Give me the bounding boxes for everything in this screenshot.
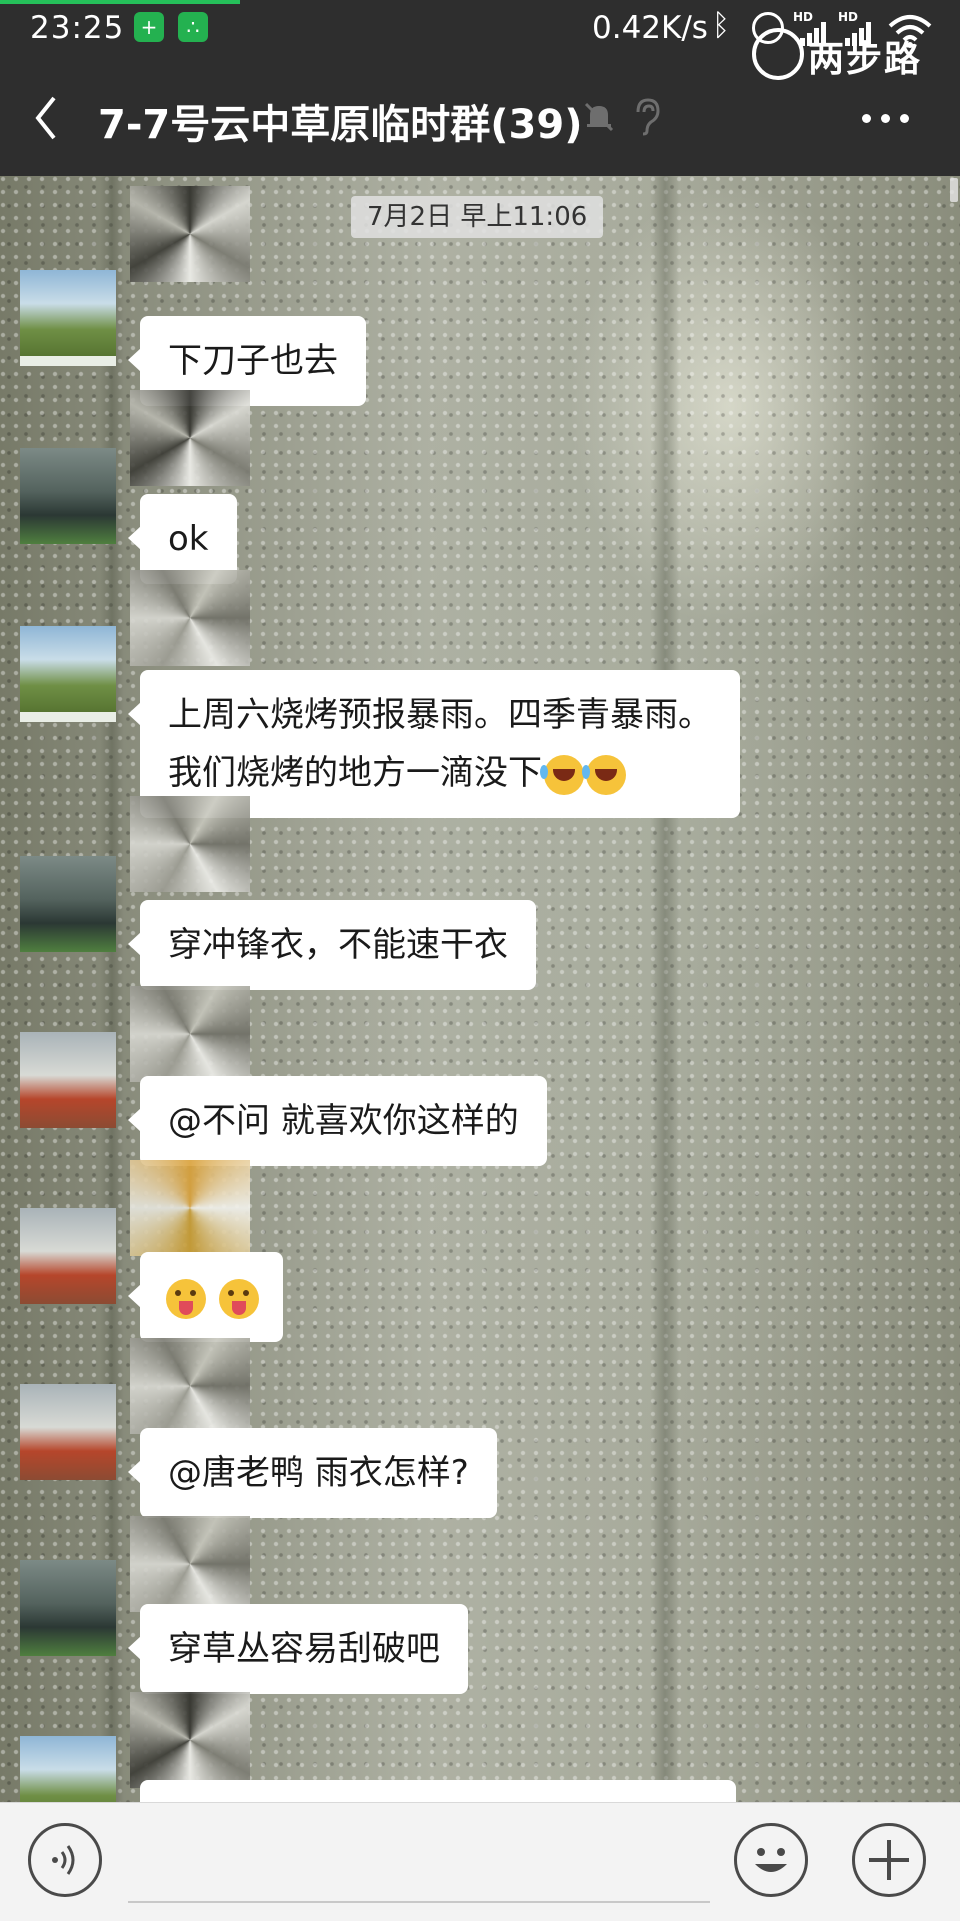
input-underline: [128, 1901, 710, 1903]
watermark-text: 两步路: [808, 39, 923, 80]
plus-icon: [869, 1840, 909, 1880]
message-line: 上周六烧烤预报暴雨。四季青暴雨。: [168, 695, 712, 735]
diver-avatar[interactable]: [20, 1560, 116, 1656]
message-bubble[interactable]: [128, 1252, 283, 1342]
message-bubble[interactable]: @唐老鸭 雨衣怎样?: [128, 1428, 497, 1518]
more-button[interactable]: [862, 114, 922, 128]
diver-avatar[interactable]: [20, 856, 116, 952]
bell-mute-icon: [584, 102, 614, 132]
message-bubble[interactable]: 穿冲锋衣，不能速干衣: [128, 900, 536, 990]
date-separator: 7月2日 早上11:06: [351, 196, 604, 238]
sender-name-blur: [130, 986, 250, 1082]
robot-avatar[interactable]: [20, 1384, 116, 1480]
message-bubble[interactable]: [140, 1780, 736, 1802]
sender-name-blur: [130, 796, 250, 892]
more-dots-icon: [881, 114, 890, 123]
earpiece-icon: [636, 98, 660, 136]
laughing-crying-emoji-icon: [582, 754, 626, 795]
sender-name-blur: [130, 1516, 250, 1612]
watermark: 两步路: [752, 28, 952, 80]
pin-logo-icon: [752, 28, 804, 80]
background-streak: [650, 176, 680, 1802]
message-bubble[interactable]: @不问 就喜欢你这样的: [128, 1076, 547, 1166]
scrollbar[interactable]: [950, 178, 958, 202]
shield-icon: +: [134, 12, 164, 42]
network-speed: 0.42K/s: [592, 10, 708, 46]
sender-name-blur: [130, 390, 250, 486]
background-streak: [100, 176, 124, 1802]
group-title: 7-7号云中草原临时群(39): [98, 102, 583, 148]
sender-name-blur: [130, 186, 250, 282]
message-bubble[interactable]: 穿草丛容易刮破吧: [128, 1604, 468, 1694]
mountain-avatar[interactable]: [20, 1736, 116, 1802]
sender-name-blur: [130, 1160, 250, 1256]
winking-tongue-emoji-icon: [166, 1278, 206, 1319]
laughing-crying-emoji-icon: [540, 754, 584, 795]
emoji-button[interactable]: [734, 1823, 808, 1897]
robot-avatar[interactable]: [20, 1032, 116, 1128]
voice-icon: [52, 1845, 75, 1875]
sender-name-blur: [130, 1338, 250, 1434]
plus-button[interactable]: [852, 1823, 926, 1897]
robot-avatar[interactable]: [20, 1208, 116, 1304]
diver-avatar[interactable]: [20, 448, 116, 544]
footprint-icon: ∴: [178, 12, 208, 42]
voice-button[interactable]: [28, 1823, 102, 1897]
message-line: 我们烧烤的地方一滴没下: [168, 753, 542, 793]
mountain-avatar[interactable]: [20, 626, 116, 722]
sender-name-blur: [130, 570, 250, 666]
message-input[interactable]: [128, 1825, 714, 1901]
bluetooth-icon: ᛒ: [712, 8, 730, 43]
more-dots-icon: [862, 114, 871, 123]
mountain-avatar[interactable]: [20, 270, 116, 366]
sender-name-blur: [130, 1692, 250, 1788]
page-load-progress: [0, 0, 240, 4]
chat-area[interactable]: 7月2日 早上11:06 下刀子也去 ok 上周六烧烤预报暴雨。四季青暴雨。 我…: [0, 176, 960, 1802]
winking-tongue-emoji-icon: [218, 1278, 259, 1319]
emoji-face-icon: [755, 1848, 787, 1872]
more-dots-icon: [900, 114, 909, 123]
chevron-left-icon[interactable]: [28, 90, 68, 146]
input-bar: [0, 1802, 960, 1921]
status-time: 23:25: [30, 10, 125, 46]
